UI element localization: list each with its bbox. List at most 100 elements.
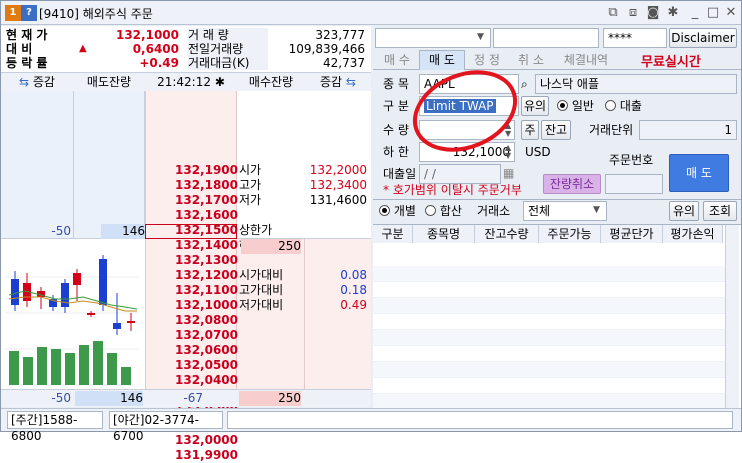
price-level[interactable]: 132,1000	[175, 298, 238, 313]
disclaimer-button[interactable]: Disclaimer	[669, 28, 737, 48]
swap-icon[interactable]: ⇆	[19, 75, 29, 89]
help-badge-icon[interactable]: ?	[21, 5, 37, 21]
price-level[interactable]: 132,0500	[175, 358, 238, 373]
camera-icon[interactable]: ◙	[645, 4, 661, 21]
price-level[interactable]: 132,0700	[175, 328, 238, 343]
current-price: 132,1000	[115, 28, 179, 42]
radio-sum[interactable]: 합산	[425, 202, 462, 220]
info-value	[301, 253, 367, 268]
table-row[interactable]	[373, 266, 725, 282]
query-button[interactable]: 조회	[703, 201, 737, 221]
sell-button[interactable]: 매 도	[669, 154, 729, 192]
divider	[373, 199, 741, 200]
volume-bar	[9, 351, 19, 385]
radio-loan[interactable]: 대출	[605, 97, 642, 115]
notice-button[interactable]: 유의	[669, 201, 699, 221]
symbol-name-field: 나스닥 애플	[535, 74, 737, 94]
bid-qty-cell[interactable]: 250	[241, 239, 301, 254]
info-label: 시가	[239, 163, 262, 177]
price-level[interactable]: 132,1200	[175, 268, 238, 283]
qty-balance-button[interactable]: 잔고	[541, 120, 571, 140]
order-window: 1 ? [9410] 해외주식 주문 ⧉ ⧈ ◙ ✱ _ □ ✕ 현 재 가 대…	[0, 0, 742, 462]
table-row[interactable]	[373, 298, 725, 314]
ask-qty-cell[interactable]: 146	[101, 224, 145, 239]
account-select[interactable]	[375, 28, 491, 48]
price-level[interactable]: 132,0400	[175, 373, 238, 388]
price-level[interactable]: 132,1300	[175, 253, 238, 268]
chevron-down-icon[interactable]: ▼	[593, 205, 600, 215]
order-no-label: 주문번호	[609, 153, 654, 167]
price-level[interactable]: 132,0600	[175, 343, 238, 358]
info-label: 저가대비	[239, 298, 284, 312]
day-phone: [주간]1588-6800	[7, 411, 103, 443]
info-label: 시가대비	[239, 268, 284, 282]
type-notice-button[interactable]: 유의	[521, 96, 549, 116]
info-value: 0.49	[340, 298, 367, 312]
radio-normal[interactable]: 일반	[557, 97, 594, 115]
table-row[interactable]	[373, 362, 725, 378]
col-pnl: 평가손익	[663, 225, 723, 243]
title-bar: 1 ? [9410] 해외주식 주문 ⧉ ⧈ ◙ ✱ _ □ ✕	[1, 1, 741, 25]
qty-shares-button[interactable]: 주	[521, 120, 539, 140]
col-type: 구분	[373, 225, 413, 243]
info-value: 131,4600	[309, 193, 367, 207]
price-level[interactable]: 132,1600	[175, 208, 238, 223]
price-level[interactable]: 132,0000	[175, 433, 238, 448]
ask-change-header: ⇆ 증감	[1, 73, 73, 91]
password-field[interactable]: ****	[603, 28, 667, 48]
price-level[interactable]: 132,1800	[175, 178, 238, 193]
calendar-icon[interactable]: ▦	[503, 166, 514, 180]
bid-qty-header: 매수잔량	[237, 73, 305, 91]
divider	[73, 91, 74, 239]
exchange-label: 거래소	[477, 204, 511, 218]
table-scrollbar[interactable]	[725, 225, 739, 408]
table-row[interactable]	[373, 346, 725, 362]
status-bar: [주간]1588-6800 [야간]02-3774-6700	[1, 408, 741, 443]
tab-executions[interactable]: 체결내역	[553, 51, 619, 69]
table-row[interactable]	[373, 314, 725, 330]
copy-icon[interactable]: ⧉	[605, 4, 621, 21]
quote-header: 현 재 가 대 비 등 락 률 132,1000 ▲ 0,6400 +0.49 …	[1, 26, 371, 73]
clock-gear-icon[interactable]: ✱	[215, 75, 225, 89]
search-icon[interactable]: ⌕	[521, 77, 528, 92]
price-level[interactable]: 132,1700	[175, 193, 238, 208]
maximize-icon[interactable]: □	[705, 4, 721, 21]
mini-candle-chart	[5, 255, 139, 385]
remaining-cancel-button[interactable]: 잔량취소	[543, 174, 601, 194]
account-name-field[interactable]	[493, 28, 599, 48]
candle	[87, 313, 95, 315]
current-price-label: 현 재 가	[6, 28, 48, 42]
info-value: 0.18	[340, 283, 367, 297]
price-level[interactable]: 131,9900	[175, 448, 238, 463]
candle	[113, 323, 121, 329]
table-row[interactable]	[373, 378, 725, 394]
price-level[interactable]: 132,0800	[175, 313, 238, 328]
price-change: 0,6400	[132, 42, 179, 56]
swap-icon-right[interactable]: ⇆	[346, 75, 356, 89]
candle	[61, 283, 69, 307]
price-level[interactable]: 132,1100	[175, 283, 238, 298]
table-row[interactable]	[373, 330, 725, 346]
minimize-icon[interactable]: _	[687, 4, 703, 21]
prev-volume-label: 전일거래량	[188, 42, 268, 56]
menu-badge-icon[interactable]: 1	[5, 5, 21, 21]
price-level[interactable]: 132,1400	[175, 238, 238, 253]
order-no-field	[605, 174, 663, 194]
chevron-down-icon[interactable]: ▼	[477, 32, 484, 42]
table-row[interactable]	[373, 282, 725, 298]
info-value	[301, 238, 367, 253]
close-icon[interactable]: ✕	[723, 4, 739, 21]
volume-bar	[107, 353, 117, 385]
col-name: 종목명	[413, 225, 475, 243]
info-value: 132,2000	[309, 163, 367, 177]
info-label: 상한가	[239, 223, 273, 237]
volume-bar	[93, 341, 103, 385]
volume-bar	[65, 353, 75, 385]
settings-gear-icon[interactable]: ✱	[665, 4, 681, 21]
link-icon[interactable]: ⧈	[625, 4, 641, 21]
amount-value: 42,737	[323, 56, 365, 70]
radio-individual[interactable]: 개별	[379, 202, 416, 220]
price-level[interactable]: 132,1900	[175, 163, 238, 178]
amount-label: 거래대금(K)	[188, 56, 268, 70]
col-orderable: 주문가능	[539, 225, 601, 243]
